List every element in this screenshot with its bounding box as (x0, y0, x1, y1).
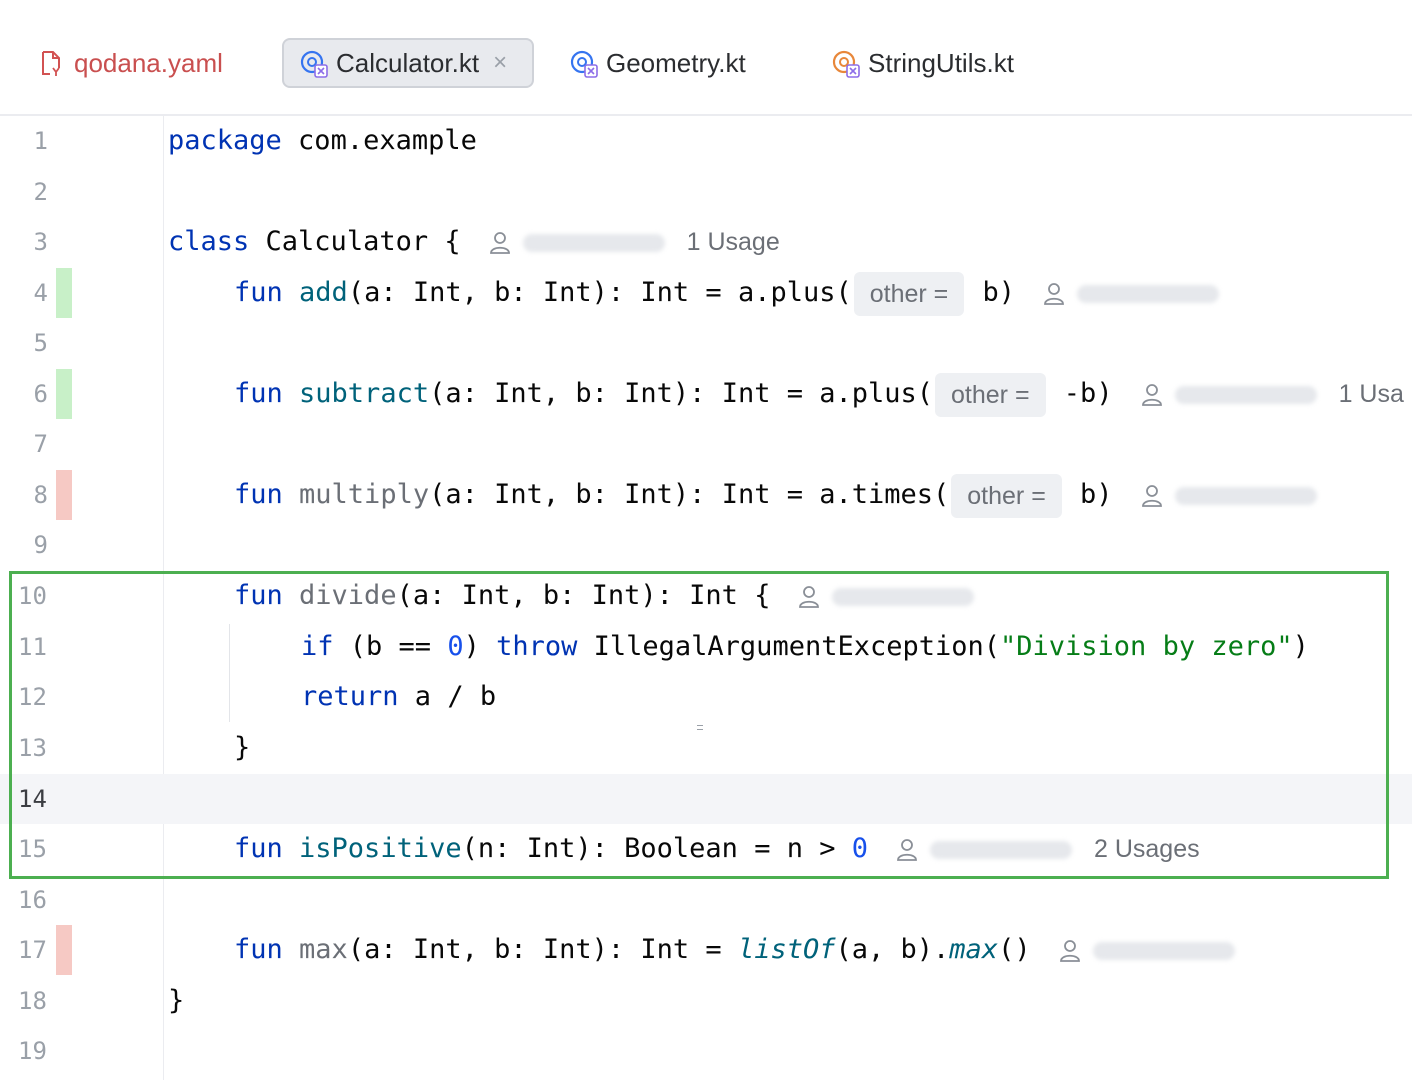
code-line[interactable]: 11 if (b == 0) throw IllegalArgumentExce… (0, 622, 1412, 672)
code-line[interactable]: 15 fun isPositive(n: Int): Boolean = n >… (0, 824, 1412, 874)
author-name-redacted (522, 233, 665, 252)
line-number[interactable]: 9 (0, 520, 48, 570)
code-line[interactable]: 10 fun divide(a: Int, b: Int): Int { (0, 571, 1412, 621)
code-text[interactable]: class Calculator {1 Usage (168, 217, 780, 267)
code-line[interactable]: 13 } (0, 723, 1412, 773)
tab-calculator-kt[interactable]: Calculator.kt × (282, 38, 534, 88)
person-icon (897, 838, 917, 861)
code-line[interactable]: 3 class Calculator {1 Usage (0, 217, 1412, 267)
change-marker-modified[interactable] (56, 925, 72, 975)
code-text[interactable]: package com.example (168, 116, 477, 166)
change-marker-added[interactable] (56, 369, 72, 419)
code-line[interactable]: 8 fun multiply(a: Int, b: Int): Int = a.… (0, 470, 1412, 520)
code-vision-author[interactable] (1141, 383, 1317, 407)
parameter-hint: other = (951, 473, 1062, 518)
kotlin-class-icon (830, 48, 860, 78)
line-number[interactable]: 5 (0, 318, 48, 368)
author-name-redacted (1174, 385, 1317, 404)
code-line[interactable]: 18 } (0, 976, 1412, 1026)
tab-label: Calculator.kt (336, 47, 480, 78)
code-text[interactable]: fun divide(a: Int, b: Int): Int { (234, 571, 975, 621)
code-text[interactable]: fun add(a: Int, b: Int): Int = a.plus(ot… (234, 268, 1220, 318)
line-number[interactable]: 13 (18, 723, 66, 773)
code-text[interactable]: fun multiply(a: Int, b: Int): Int = a.ti… (234, 470, 1317, 520)
person-icon (1044, 282, 1064, 305)
code-vision-author[interactable] (489, 231, 665, 255)
tab-qodana-yaml[interactable]: qodana.yaml (30, 38, 229, 88)
indent-guide (229, 624, 230, 722)
line-number[interactable]: 2 (0, 167, 48, 217)
code-text[interactable]: fun isPositive(n: Int): Boolean = n > 02… (234, 824, 1200, 874)
change-marker-added[interactable] (56, 268, 72, 318)
line-number[interactable]: 6 (0, 369, 48, 419)
code-line[interactable]: 5 (0, 318, 1412, 368)
tab-label: StringUtils.kt (868, 47, 1014, 78)
code-line[interactable]: 17 fun max(a: Int, b: Int): Int = listOf… (0, 925, 1412, 975)
line-number[interactable]: 10 (18, 571, 66, 621)
usages-hint[interactable]: 1 Usage (687, 228, 780, 256)
tab-label: Geometry.kt (606, 47, 746, 78)
code-line[interactable]: 4 fun add(a: Int, b: Int): Int = a.plus(… (0, 268, 1412, 318)
person-icon (799, 585, 820, 608)
line-number[interactable]: 8 (0, 470, 48, 520)
code-text[interactable]: if (b == 0) throw IllegalArgumentExcepti… (301, 622, 1309, 672)
usages-hint[interactable]: 2 Usages (1094, 835, 1200, 863)
close-tab-icon[interactable]: × (493, 49, 507, 77)
code-line[interactable]: 9 (0, 520, 1412, 570)
code-line-current[interactable]: 14 (0, 774, 1412, 824)
code-line[interactable]: 7 (0, 419, 1412, 469)
code-line[interactable]: 2 (0, 167, 1412, 217)
editor-tab-bar: qodana.yaml Calculator.kt × Geometry.kt (0, 0, 1412, 116)
person-icon (489, 231, 510, 254)
code-text[interactable]: } (234, 723, 250, 773)
change-marker-modified[interactable] (56, 470, 72, 520)
code-vision-author[interactable] (798, 585, 975, 609)
line-number[interactable]: 18 (18, 976, 66, 1026)
tab-geometry-kt[interactable]: Geometry.kt (562, 38, 752, 88)
line-number[interactable]: 1 (0, 116, 48, 166)
code-line[interactable]: 1 package com.example (0, 116, 1412, 166)
person-icon (1141, 383, 1162, 406)
usages-hint[interactable]: 1 Usa (1339, 380, 1404, 408)
kotlin-class-icon (568, 48, 598, 78)
code-vision-author[interactable] (1043, 282, 1220, 306)
line-number[interactable]: 16 (18, 875, 66, 925)
line-number[interactable]: 12 (18, 672, 66, 722)
parameter-hint: other = (935, 372, 1046, 417)
author-name-redacted (1174, 486, 1317, 505)
text-cursor-marker (697, 725, 703, 730)
parameter-hint: other = (853, 271, 965, 316)
code-line[interactable]: 16 (0, 875, 1412, 925)
code-text[interactable]: fun max(a: Int, b: Int): Int = listOf(a,… (234, 925, 1235, 975)
tab-stringutils-kt[interactable]: StringUtils.kt (824, 38, 1020, 88)
line-number[interactable]: 15 (18, 824, 66, 874)
author-name-redacted (930, 840, 1072, 859)
yaml-file-icon (36, 48, 66, 78)
code-line[interactable]: 12 return a / b (0, 672, 1412, 722)
line-number[interactable]: 7 (0, 419, 48, 469)
author-name-redacted (1077, 284, 1220, 303)
tab-label: qodana.yaml (74, 47, 223, 78)
author-name-redacted (832, 587, 975, 606)
person-icon (1141, 484, 1162, 507)
kotlin-class-icon (298, 48, 328, 78)
code-vision-author[interactable] (896, 838, 1072, 862)
code-text[interactable]: return a / b (301, 672, 496, 722)
code-line[interactable]: 6 fun subtract(a: Int, b: Int): Int = a.… (0, 369, 1412, 419)
line-number[interactable]: 14 (18, 774, 66, 824)
code-vision-author[interactable] (1059, 939, 1235, 963)
line-number[interactable]: 11 (18, 622, 66, 672)
author-name-redacted (1092, 941, 1235, 960)
line-number[interactable]: 19 (18, 1026, 66, 1076)
line-number[interactable]: 3 (0, 217, 48, 267)
code-vision-author[interactable] (1141, 484, 1317, 508)
code-line[interactable]: 19 (0, 1026, 1412, 1076)
line-number[interactable]: 4 (0, 268, 48, 318)
person-icon (1059, 939, 1080, 962)
code-text[interactable]: fun subtract(a: Int, b: Int): Int = a.pl… (234, 369, 1404, 419)
code-text[interactable]: } (168, 976, 184, 1026)
